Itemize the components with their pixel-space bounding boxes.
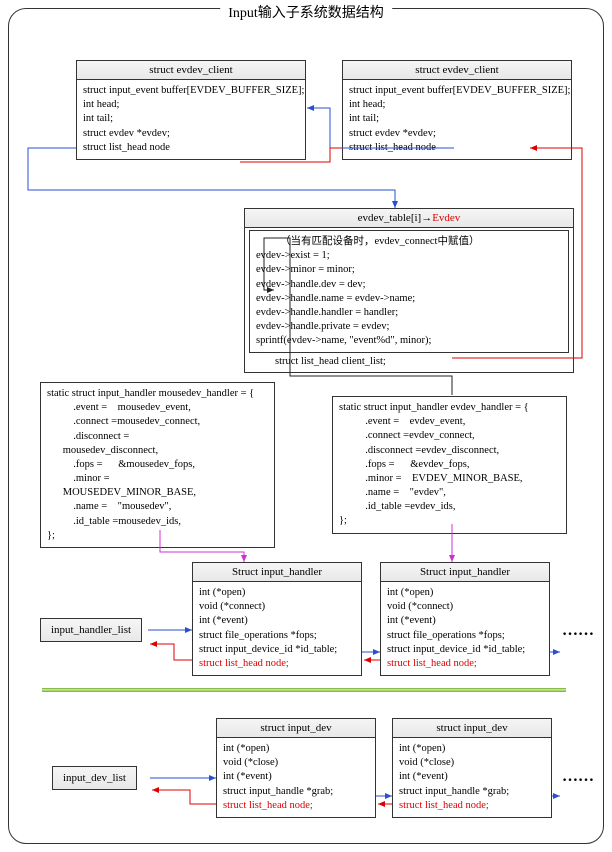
evdev-client-list: struct list_head client_list; — [245, 353, 573, 372]
input-handler-header: Struct input_handler — [193, 563, 361, 582]
evdev-client-body: struct input_event buffer[EVDEV_BUFFER_S… — [77, 80, 305, 159]
input-dev-header: struct input_dev — [217, 719, 375, 738]
evdev-client-box-left: struct evdev_client struct input_event b… — [76, 60, 306, 160]
input-dev-body: int (*open) void (*close) int (*event) s… — [217, 738, 375, 817]
evdev-header-red: Evdev — [432, 212, 460, 224]
evdev-assigns: evdev->exist = 1; evdev->minor = minor; … — [256, 249, 562, 348]
evdev-assign-box: （当有匹配设备时，evdev_connect中赋值） evdev->exist … — [249, 230, 569, 353]
mousedev-handler-body: static struct input_handler mousedev_han… — [41, 383, 274, 547]
input-dev-box-left: struct input_dev int (*open) void (*clos… — [216, 718, 376, 818]
input-handler-body: int (*open) void (*connect) int (*event)… — [193, 582, 361, 675]
evdev-handler-box: static struct input_handler evdev_handle… — [332, 396, 567, 534]
evdev-client-box-right: struct evdev_client struct input_event b… — [342, 60, 572, 160]
input-handler-box-right: Struct input_handler int (*open) void (*… — [380, 562, 550, 676]
evdev-client-header: struct evdev_client — [343, 61, 571, 80]
ellipsis: …… — [562, 768, 594, 786]
input-handler-list-label: input_handler_list — [40, 618, 142, 642]
mousedev-handler-box: static struct input_handler mousedev_han… — [40, 382, 275, 548]
input-dev-list-label: input_dev_list — [52, 766, 137, 790]
input-dev-header: struct input_dev — [393, 719, 551, 738]
evdev-header-prefix: evdev_table[i]→ — [358, 212, 433, 224]
evdev-client-body: struct input_event buffer[EVDEV_BUFFER_S… — [343, 80, 571, 159]
input-dev-box-right: struct input_dev int (*open) void (*clos… — [392, 718, 552, 818]
evdev-handler-body: static struct input_handler evdev_handle… — [333, 397, 566, 533]
ellipsis: …… — [562, 622, 594, 640]
diagram-title: Input输入子系统数据结构 — [220, 2, 392, 22]
input-handler-body: int (*open) void (*connect) int (*event)… — [381, 582, 549, 675]
input-handler-box-left: Struct input_handler int (*open) void (*… — [192, 562, 362, 676]
evdev-table-header: evdev_table[i]→Evdev — [245, 209, 573, 228]
input-dev-body: int (*open) void (*close) int (*event) s… — [393, 738, 551, 817]
evdev-client-header: struct evdev_client — [77, 61, 305, 80]
input-handler-header: Struct input_handler — [381, 563, 549, 582]
evdev-note: （当有匹配设备时，evdev_connect中赋值） — [256, 235, 562, 249]
section-divider — [42, 688, 566, 692]
evdev-table-box: evdev_table[i]→Evdev （当有匹配设备时，evdev_conn… — [244, 208, 574, 373]
